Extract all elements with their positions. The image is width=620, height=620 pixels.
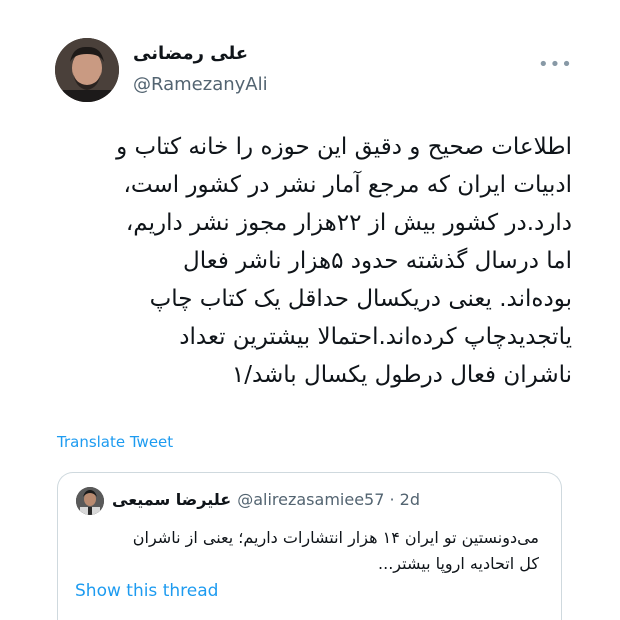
quote-text: می‌دونستین تو ایران ۱۴ هزار انتشارات دار…: [69, 525, 539, 577]
tweet-text-line: ناشران فعال درطول یکسال باشد/۱: [231, 362, 572, 388]
author-avatar-image: [55, 38, 119, 102]
quote-text-line: کل اتحادیه اروپا بیشتر...: [378, 554, 539, 573]
tweet-text-line: بوده‌اند. یعنی دریکسال حداقل یک کتاب چاپ: [149, 286, 572, 312]
quote-author-avatar: [76, 487, 104, 515]
tweet-text-line: اما درسال گذشته حدود ۵هزار ناشر فعال: [183, 248, 572, 274]
translate-tweet-link[interactable]: Translate Tweet: [57, 433, 173, 451]
tweet-text-line: اطلاعات صحیح و دقیق این حوزه را خانه کتا…: [116, 134, 572, 160]
tweet-card: علی رمضانی @RamezanyAli ••• اطلاعات صحیح…: [0, 0, 620, 620]
tweet-text-line: دارد.در کشور بیش از ۲۲هزار مجوز نشر داری…: [125, 210, 572, 236]
quote-timestamp: 2d: [399, 490, 421, 509]
quote-separator: ·: [389, 490, 395, 509]
quote-avatar-image: [76, 487, 104, 515]
tweet-text: اطلاعات صحیح و دقیق این حوزه را خانه کتا…: [60, 128, 572, 394]
quote-author-handle: @alirezasamiee57: [237, 490, 385, 509]
tweet-text-line: یاتجدیدچاپ کرده‌اند.احتمالا بیشترین تعدا…: [179, 324, 572, 350]
quoted-tweet[interactable]: علیرضا سمیعی @alirezasamiee57 · 2d می‌دون…: [57, 472, 562, 620]
author-handle[interactable]: @RamezanyAli: [133, 74, 268, 95]
more-dots-icon[interactable]: •••: [538, 56, 573, 74]
tweet-text-line: ادبیات ایران که مرجع آمار نشر در کشور اس…: [123, 172, 572, 198]
show-thread-link[interactable]: Show this thread: [75, 581, 218, 601]
quote-header: علیرضا سمیعی @alirezasamiee57 · 2d: [112, 489, 552, 511]
quote-author-name: علیرضا سمیعی: [112, 490, 232, 509]
quote-text-line: می‌دونستین تو ایران ۱۴ هزار انتشارات دار…: [132, 528, 539, 547]
author-name[interactable]: علی رمضانی: [133, 43, 273, 64]
author-avatar[interactable]: [55, 38, 119, 102]
